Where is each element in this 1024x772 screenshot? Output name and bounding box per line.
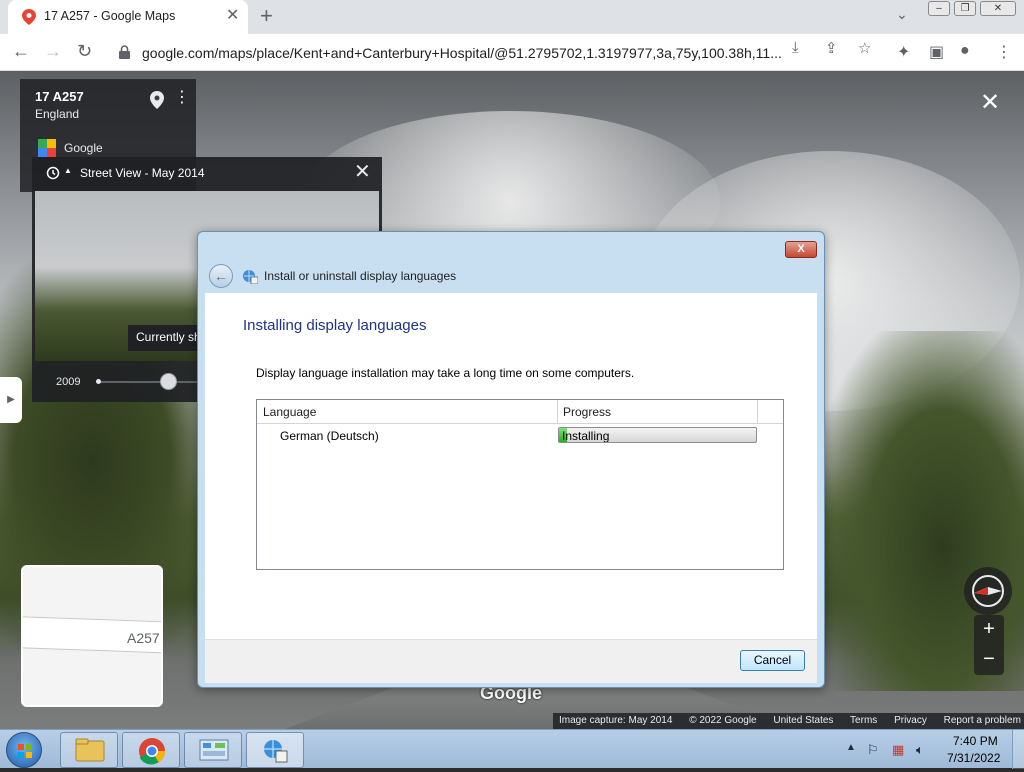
clock-time[interactable]: 7:40 PM [953,734,998,748]
report-problem-link[interactable]: Report a problem [944,715,1021,726]
install-languages-dialog: X ← Install or uninstall display languag… [197,231,825,688]
taskbar-language-installer-button[interactable] [246,732,304,768]
globe-language-icon [243,270,258,284]
tab-close-icon[interactable]: ✕ [226,7,239,25]
copyright-text: © 2022 Google [689,715,757,726]
forward-arrow-icon[interactable]: → [44,41,62,61]
progress-status: Installing [562,429,610,443]
list-header: Language Progress [257,400,783,424]
timeline-slider-knob[interactable] [160,373,177,390]
extensions-puzzle-icon[interactable]: ✦ [897,42,910,62]
browser-menu-icon[interactable]: ⋮ [996,42,1012,62]
taskbar-explorer-button[interactable] [60,732,118,768]
more-options-icon[interactable]: ⋮ [174,89,190,107]
column-header-progress[interactable]: Progress [563,405,611,419]
location-subtitle: England [35,107,80,121]
terms-link[interactable]: Terms [850,715,877,726]
taskbar-chrome-button[interactable] [122,732,180,768]
show-hidden-icons-icon[interactable]: ▲ [846,742,856,753]
street-view-panel-title: Street View - May 2014 [80,166,205,180]
dialog-header-title: Install or uninstall display languages [264,269,457,283]
tab-search-chevron-icon[interactable]: ⌄ [896,6,908,23]
taskbar-control-panel-button[interactable] [184,732,242,768]
clock-date[interactable]: 7/31/2022 [947,751,1000,765]
minimize-window-button[interactable]: – [928,1,950,16]
caret-up-icon[interactable]: ▲ [64,166,72,175]
tab-title: 17 A257 - Google Maps [44,9,176,23]
dialog-heading: Installing display languages [243,317,427,334]
image-capture-date: Image capture: May 2014 [559,715,673,726]
map-pin-icon[interactable] [150,91,164,109]
compass-needle-icon [972,575,1004,607]
timeline-year-label: 2009 [56,376,81,388]
dialog-close-button[interactable]: X [785,241,817,258]
cancel-button[interactable]: Cancel [740,650,805,671]
zoom-control: + − [974,615,1004,675]
new-tab-plus-icon[interactable]: + [260,4,273,28]
column-divider[interactable] [557,400,558,424]
dialog-header: ← Install or uninstall display languages [198,260,824,294]
back-arrow-icon[interactable]: ← [209,264,233,288]
profile-avatar-icon[interactable]: ● [960,42,970,60]
privacy-link[interactable]: Privacy [894,715,927,726]
address-toolbar: ← → ↻ google.com/maps/place/Kent+and+Can… [0,34,1024,71]
show-desktop-button[interactable] [1012,730,1024,769]
windows-logo-icon [18,744,32,758]
google-maps-favicon-icon [22,9,36,25]
back-arrow-icon[interactable]: ← [12,41,30,61]
url-text: google.com/maps/place/Kent+and+Canterbur… [142,45,782,61]
reload-icon[interactable]: ↻ [77,41,92,61]
control-panel-icon [199,739,229,761]
minimap[interactable]: A257 [21,565,163,707]
close-panel-icon[interactable]: ✕ [354,161,371,183]
close-window-button[interactable]: ✕ [980,1,1016,16]
zoom-out-icon[interactable]: − [974,645,1004,673]
restore-window-button[interactable]: ❐ [954,1,976,16]
share-icon[interactable]: ⇪ [825,39,838,57]
bookmark-star-icon[interactable]: ☆ [858,39,871,57]
side-panel-icon[interactable]: ▣ [929,42,944,62]
location-title: 17 A257 [35,89,84,104]
network-icon[interactable]: ▦ [892,742,904,758]
column-divider[interactable] [757,400,758,424]
language-list[interactable]: Language Progress German (Deutsch) Insta… [256,399,784,570]
google-maps-logo-icon [38,139,56,157]
install-app-icon[interactable]: ⤓ [792,39,799,56]
install-progress-bar: Installing [558,427,757,443]
lock-icon [119,45,130,59]
street-view-panel-header: ▲ Street View - May 2014 ✕ [32,157,382,189]
minimap-road-label: A257 [127,630,160,646]
start-button[interactable] [6,732,42,768]
column-header-language[interactable]: Language [263,405,316,419]
language-cell: German (Deutsch) [280,429,379,443]
browser-tab-bar: 17 A257 - Google Maps ✕ + ⌄ – ❐ ✕ [0,0,1024,34]
omnibox[interactable]: google.com/maps/place/Kent+and+Canterbur… [110,38,885,67]
volume-icon[interactable]: 🔈︎ [916,742,924,758]
taskbar: ▲ ⚐ ▦ 🔈︎ 7:40 PM 7/31/2022 [0,729,1024,769]
folder-icon [75,738,105,762]
region-link[interactable]: United States [773,715,833,726]
exit-street-view-icon[interactable]: ✕ [980,91,1000,115]
zoom-in-icon[interactable]: + [974,615,1004,643]
timeline-tick [96,379,101,384]
browser-tab[interactable]: 17 A257 - Google Maps ✕ [8,0,248,34]
dialog-description: Display language installation may take a… [256,366,635,380]
provider-label: Google [64,141,103,155]
history-clock-icon[interactable] [46,166,60,180]
chrome-icon [139,738,166,765]
dialog-body: Installing display languages Display lan… [205,293,817,639]
attribution-bar: Image capture: May 2014 © 2022 Google Un… [553,713,1024,729]
dialog-footer: Cancel [205,639,817,683]
globe-language-icon [264,740,288,763]
compass-icon[interactable] [964,567,1012,615]
action-center-flag-icon[interactable]: ⚐ [867,742,879,758]
expand-side-panel-button[interactable]: ▶ [0,377,22,423]
